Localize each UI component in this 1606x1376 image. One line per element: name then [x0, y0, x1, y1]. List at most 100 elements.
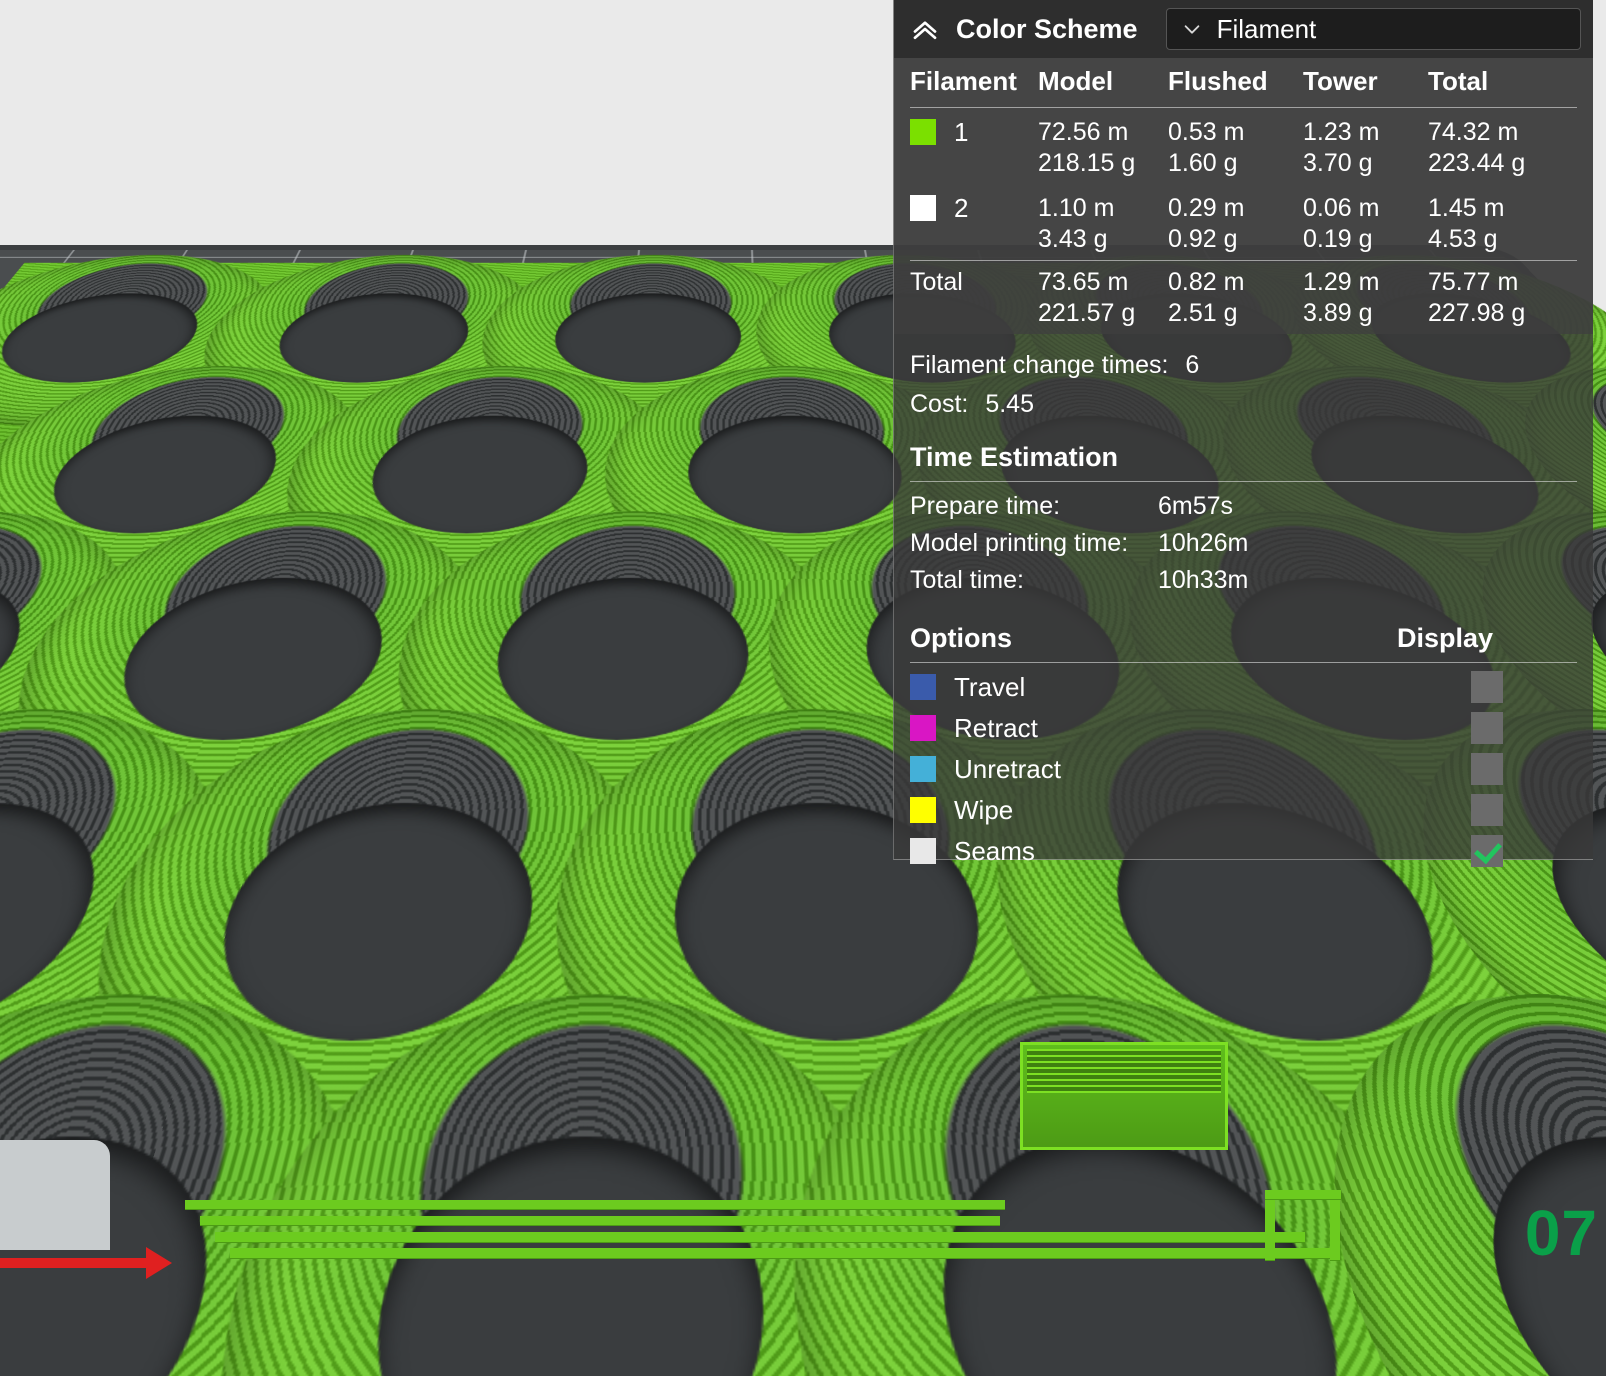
plate-arrow-icons	[1498, 1356, 1606, 1376]
col-header-model: Model	[1038, 66, 1114, 96]
option-color-swatch	[910, 838, 936, 864]
slicer-preview-window: lab PEI PLA/ABS/PETG	[0, 0, 1606, 1376]
options-header: Options	[910, 622, 1012, 653]
filament-rows: 1 72.56 m 218.15 g 0.53 m 1.60 g 1.23 m 3.70 g…	[910, 108, 1577, 260]
wipe-tower	[1020, 1042, 1228, 1150]
purge-line	[200, 1216, 1000, 1225]
option-row-travel[interactable]: Travel	[910, 667, 1577, 708]
table-row: 1 72.56 m 218.15 g 0.53 m 1.60 g 1.23 m 3.70 g…	[910, 108, 1577, 184]
model-length: 72.56 m	[1038, 118, 1129, 146]
tower-weight: 0.19 g	[1303, 224, 1373, 253]
option-row-wipe[interactable]: Wipe	[910, 790, 1577, 831]
color-scheme-select[interactable]: Filament	[1165, 8, 1581, 50]
cost-row: Cost: 5.45	[910, 385, 1577, 424]
table-header-row: Filament Model Flushed Tower Total	[910, 58, 1577, 107]
option-label: Seams	[954, 835, 1035, 866]
time-estimation-rows: Prepare time: 6m57s Model printing time: 10…	[894, 482, 1593, 609]
option-row-retract[interactable]: Retract	[910, 708, 1577, 749]
filament-id-label: 1	[954, 117, 969, 147]
total-flushed: 0.82 m 2.51 g	[1168, 267, 1303, 328]
filament-model-cell: 1.10 m 3.43 g	[1038, 193, 1168, 254]
flushed-weight: 1.60 g	[1168, 148, 1238, 177]
option-label: Travel	[954, 671, 1026, 702]
total-length: 1.45 m	[1428, 194, 1505, 222]
total-flushed-length: 0.82 m	[1168, 268, 1245, 296]
option-label: Wipe	[954, 794, 1014, 825]
time-estimation-row: Prepare time: 6m57s	[910, 488, 1577, 525]
option-display-checkbox[interactable]	[1471, 671, 1503, 703]
purge-line	[185, 1200, 1005, 1209]
chevrons-up-icon[interactable]	[910, 14, 940, 44]
arrow-up-icon	[1516, 1361, 1595, 1376]
col-header-tower: Tower	[1303, 66, 1378, 96]
time-estimation-row: Model printing time: 10h26m	[910, 525, 1577, 562]
filament-color-swatch	[910, 195, 936, 221]
option-label: Unretract	[954, 753, 1061, 784]
filament-id-cell: 1	[910, 117, 1038, 149]
tower-length: 0.06 m	[1303, 194, 1380, 222]
col-header-flushed: Flushed	[1168, 66, 1268, 96]
filament-tower-cell: 1.23 m 3.70 g	[1303, 117, 1428, 178]
plate-corner-pad	[0, 1140, 110, 1250]
option-display-checkbox[interactable]	[1471, 712, 1503, 744]
total-tower: 1.29 m 3.89 g	[1303, 267, 1428, 328]
total-weight: 223.44 g	[1428, 148, 1526, 177]
hot-surface-indicator: HOT SURFACE	[984, 1344, 1488, 1376]
option-display-checkbox[interactable]	[1471, 753, 1503, 785]
axis-x-arrow	[0, 1247, 172, 1279]
flushed-weight: 0.92 g	[1168, 224, 1238, 253]
filament-flushed-cell: 0.53 m 1.60 g	[1168, 117, 1303, 178]
display-header: Display	[1397, 622, 1494, 653]
model-weight: 218.15 g	[1038, 148, 1136, 177]
total-weight: 4.53 g	[1428, 224, 1498, 253]
option-color-swatch	[910, 674, 936, 700]
options-rows: Travel Retract Unretract Wipe Seams	[894, 663, 1593, 886]
chevron-down-icon	[1184, 25, 1199, 34]
purge-line	[230, 1248, 1340, 1258]
filament-total-cell: 1.45 m 4.53 g	[1428, 193, 1568, 254]
color-scheme-value: Filament	[1216, 13, 1317, 44]
misc-stats: Filament change times: 6 Cost: 5.45	[894, 334, 1593, 428]
filament-total-cell: 74.32 m 223.44 g	[1428, 117, 1568, 178]
time-estimation-row: Total time: 10h33m	[910, 562, 1577, 599]
table-row: 2 1.10 m 3.43 g 0.29 m 0.92 g 0.06 m 0.19 g 1.4…	[910, 184, 1577, 260]
col-header-total: Total	[1428, 66, 1489, 96]
option-row-seams[interactable]: Seams	[910, 831, 1577, 872]
total-total-length: 75.77 m	[1428, 268, 1519, 296]
color-scheme-panel[interactable]: Color Scheme Filament Filament Model Flu…	[893, 0, 1593, 867]
purge-line	[215, 1232, 1305, 1242]
option-row-unretract[interactable]: Unretract	[910, 749, 1577, 790]
model-length: 1.10 m	[1038, 194, 1115, 222]
tower-length: 1.23 m	[1303, 118, 1380, 146]
option-display-checkbox[interactable]	[1471, 835, 1503, 867]
plate-slot-icon	[1599, 1361, 1606, 1376]
filament-color-swatch	[910, 119, 936, 145]
cost-value: 5.45	[985, 389, 1034, 418]
option-label: Retract	[954, 712, 1038, 743]
option-display-checkbox[interactable]	[1471, 794, 1503, 826]
cost-label: Cost:	[910, 389, 969, 418]
time-value: 6m57s	[1158, 491, 1234, 520]
time-label: Prepare time:	[910, 491, 1061, 520]
layer-number: 07	[1524, 1197, 1598, 1269]
total-total-weight: 227.98 g	[1428, 298, 1526, 327]
filament-change-times-value: 6	[1185, 351, 1200, 379]
purge-line	[1265, 1190, 1275, 1260]
filament-id-label: 2	[954, 193, 969, 223]
filament-tower-cell: 0.06 m 0.19 g	[1303, 193, 1428, 254]
purge-line	[1265, 1190, 1341, 1199]
filament-model-cell: 72.56 m 218.15 g	[1038, 117, 1168, 178]
total-total: 75.77 m 227.98 g	[1428, 267, 1568, 328]
total-model-length: 73.65 m	[1038, 268, 1129, 296]
filament-change-times-label: Filament change times:	[910, 351, 1169, 379]
panel-header: Color Scheme Filament	[894, 0, 1593, 58]
tower-weight: 3.70 g	[1303, 148, 1373, 177]
table-total-row: Total 73.65 m 221.57 g 0.82 m 2.51 g 1.2…	[910, 261, 1577, 334]
time-value: 10h26m	[1158, 528, 1249, 557]
purge-line	[1330, 1190, 1340, 1260]
hot-surface-warning-icon	[985, 1359, 1115, 1376]
filament-id-cell: 2	[910, 193, 1038, 225]
total-model-weight: 221.57 g	[1038, 298, 1136, 327]
filament-flushed-cell: 0.29 m 0.92 g	[1168, 193, 1303, 254]
time-label: Model printing time:	[910, 528, 1129, 557]
